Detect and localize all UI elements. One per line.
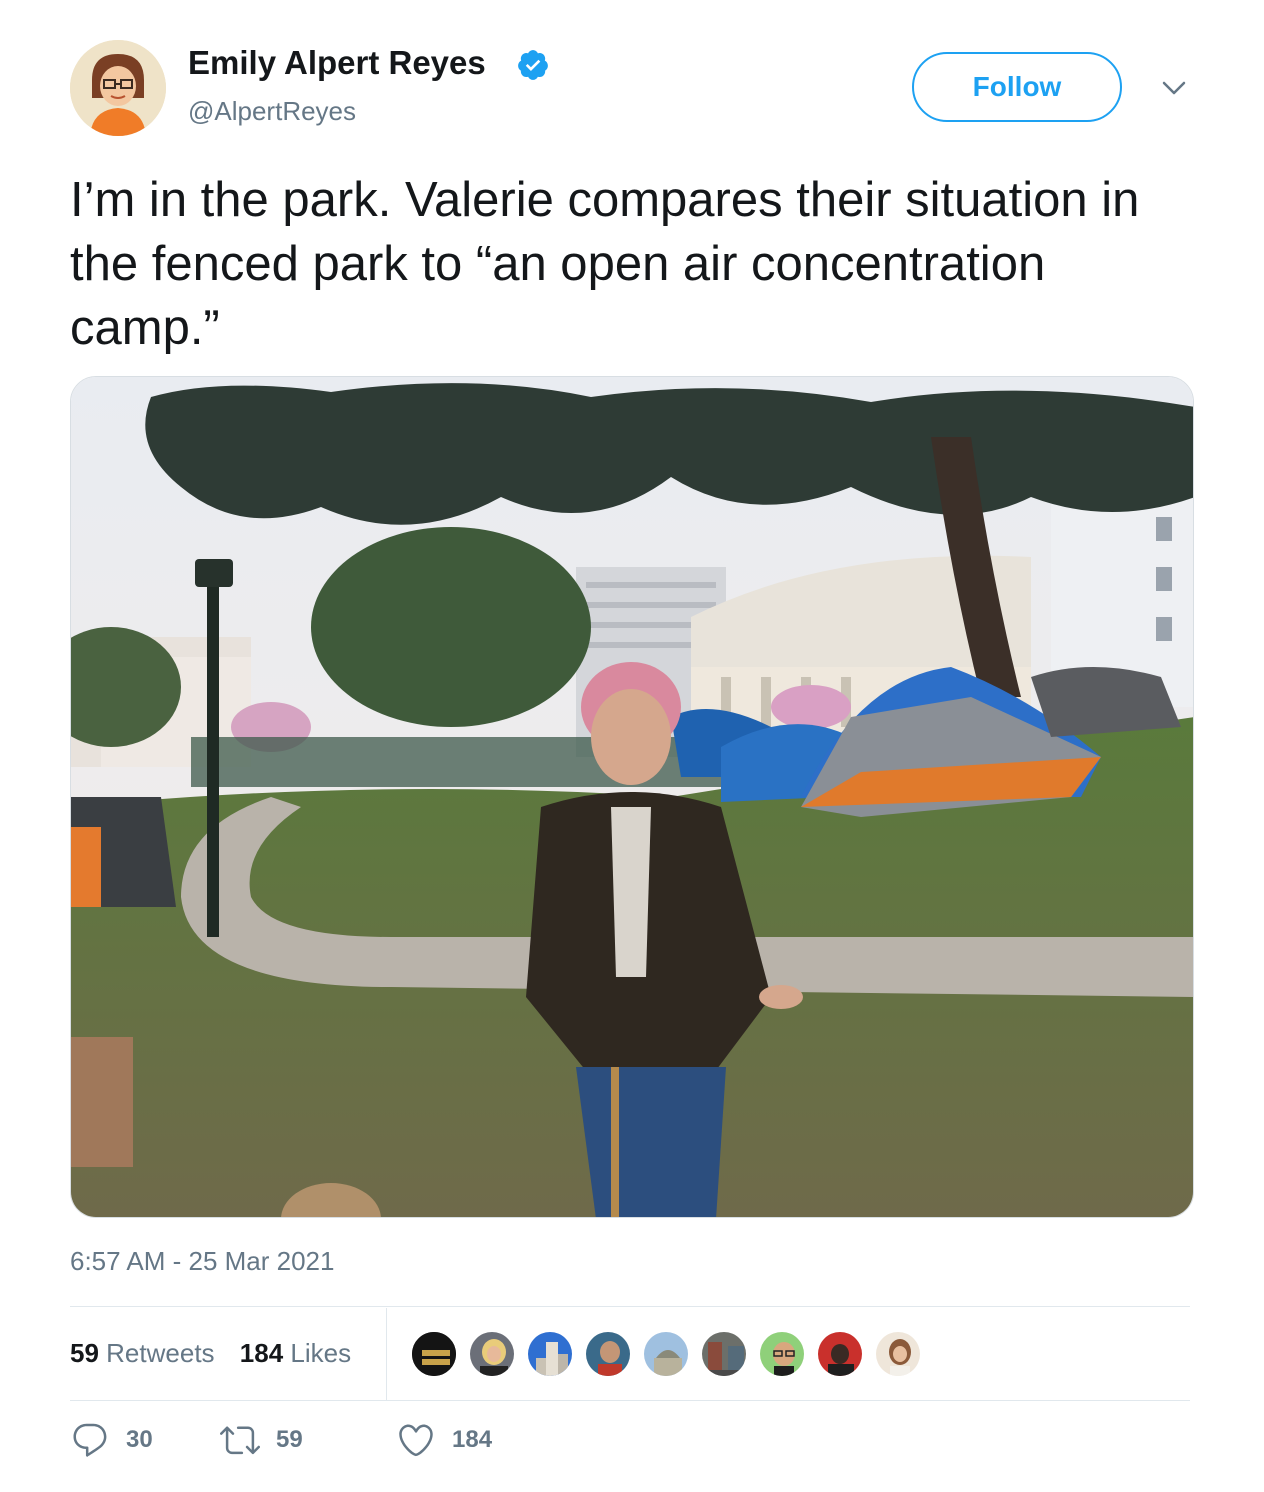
park-photo-icon (71, 377, 1193, 1217)
red-background-avatar-icon (818, 1332, 862, 1376)
author-avatar[interactable] (70, 40, 166, 136)
author-name[interactable]: Emily Alpert Reyes (188, 44, 486, 82)
like-button[interactable]: 184 (396, 1420, 492, 1460)
dome-building-avatar-icon (644, 1332, 688, 1376)
liker-avatar-3[interactable] (526, 1330, 574, 1378)
stats-top-divider (70, 1306, 1190, 1307)
stats-separator (386, 1308, 387, 1400)
chevron-down-icon[interactable] (1158, 76, 1190, 100)
tweet-stats: 59 Retweets 184 Likes (70, 1338, 369, 1369)
liker-avatar-5[interactable] (642, 1330, 690, 1378)
reply-icon (73, 1423, 107, 1457)
man-avatar-icon (586, 1332, 630, 1376)
retweets-stat[interactable]: 59 Retweets (70, 1338, 215, 1369)
retweet-button[interactable]: 59 (220, 1420, 303, 1460)
liker-avatar-8[interactable] (816, 1330, 864, 1378)
stats-bottom-divider (70, 1400, 1190, 1401)
follow-button[interactable]: Follow (912, 52, 1122, 122)
liker-avatar-7[interactable] (758, 1330, 806, 1378)
tweet-text: I’m in the park. Valerie compares their … (70, 173, 1140, 355)
reply-button[interactable]: 30 (70, 1420, 153, 1460)
pixel-art-avatar-icon (70, 40, 166, 136)
reply-count: 30 (126, 1426, 153, 1453)
liker-avatar-2[interactable] (468, 1330, 516, 1378)
liker-avatar-para-nadie[interactable] (410, 1330, 458, 1378)
woman-portrait-avatar-icon (876, 1332, 920, 1376)
like-count: 184 (452, 1426, 493, 1453)
heart-icon (399, 1424, 433, 1457)
likes-stat[interactable]: 184 Likes (240, 1338, 351, 1369)
tweet-photo[interactable] (70, 376, 1194, 1218)
blonde-woman-avatar-icon (470, 1332, 514, 1376)
retweet-icon (220, 1426, 260, 1455)
liker-avatar-9[interactable] (874, 1330, 922, 1378)
author-handle[interactable]: @AlpertReyes (188, 96, 356, 127)
retweet-count: 59 (276, 1426, 303, 1453)
street-scene-avatar-icon (702, 1332, 746, 1376)
para-nadie-avatar-icon (412, 1332, 456, 1376)
tweet-timestamp[interactable]: 6:57 AM - 25 Mar 2021 (70, 1246, 334, 1277)
person-glasses-avatar-icon (760, 1332, 804, 1376)
verified-badge-icon (518, 50, 548, 80)
liker-avatar-4[interactable] (584, 1330, 632, 1378)
liker-avatar-6[interactable] (700, 1330, 748, 1378)
city-building-avatar-icon (528, 1332, 572, 1376)
